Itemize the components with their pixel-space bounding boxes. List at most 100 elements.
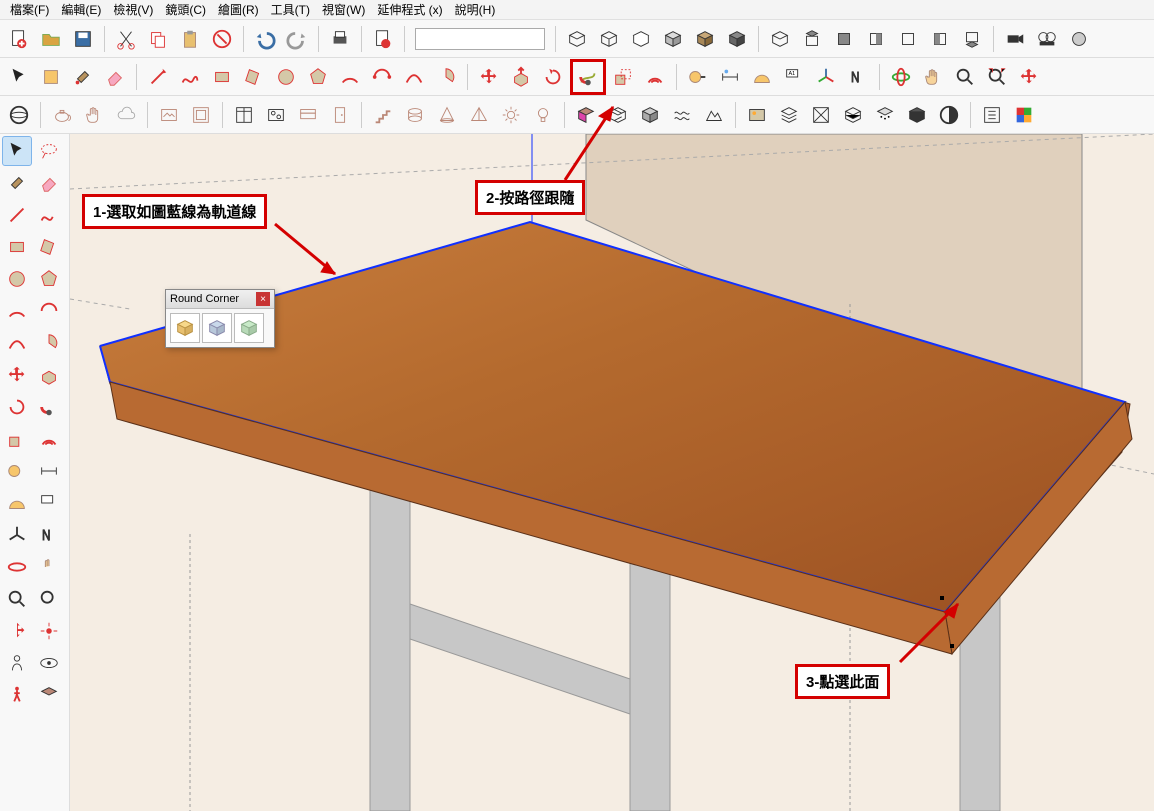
record-icon[interactable] bbox=[1064, 24, 1094, 54]
waves-icon[interactable] bbox=[667, 100, 697, 130]
protractor-icon[interactable] bbox=[747, 62, 777, 92]
save-icon[interactable] bbox=[68, 24, 98, 54]
circle-icon[interactable] bbox=[271, 62, 301, 92]
menu-tools[interactable]: 工具(T) bbox=[267, 1, 314, 18]
arc2-tool-icon[interactable] bbox=[34, 296, 64, 326]
person-icon[interactable] bbox=[2, 648, 32, 678]
cube-two-icon[interactable] bbox=[934, 100, 964, 130]
layers-icon[interactable] bbox=[774, 100, 804, 130]
copy-icon[interactable] bbox=[143, 24, 173, 54]
eraser-tool-icon[interactable] bbox=[34, 168, 64, 198]
top-view-icon[interactable] bbox=[797, 24, 827, 54]
select-icon[interactable] bbox=[4, 62, 34, 92]
bottom-view-icon[interactable] bbox=[957, 24, 987, 54]
sphere-icon[interactable] bbox=[4, 100, 34, 130]
freehand-icon[interactable] bbox=[175, 62, 205, 92]
position-icon[interactable] bbox=[34, 616, 64, 646]
arc2-icon[interactable] bbox=[367, 62, 397, 92]
cone-icon[interactable] bbox=[432, 100, 462, 130]
redo-icon[interactable] bbox=[282, 24, 312, 54]
outliner-icon[interactable] bbox=[977, 100, 1007, 130]
frame-icon[interactable] bbox=[186, 100, 216, 130]
rectangle-icon[interactable] bbox=[207, 62, 237, 92]
shaded-icon[interactable] bbox=[658, 24, 688, 54]
right-view-icon[interactable] bbox=[861, 24, 891, 54]
freehand-tool-icon[interactable] bbox=[34, 200, 64, 230]
pushpull-icon[interactable] bbox=[506, 62, 536, 92]
menu-extensions[interactable]: 延伸程式 (x) bbox=[373, 1, 446, 18]
component-icon[interactable] bbox=[36, 62, 66, 92]
pencil-icon[interactable] bbox=[2, 200, 32, 230]
delete-icon[interactable] bbox=[207, 24, 237, 54]
pie-tool-icon[interactable] bbox=[34, 328, 64, 358]
zoomfit-tool-icon[interactable] bbox=[2, 616, 32, 646]
walk-icon[interactable] bbox=[2, 680, 32, 710]
zoom-extents-icon[interactable] bbox=[982, 62, 1012, 92]
move-tool-icon[interactable] bbox=[2, 360, 32, 390]
film-icon[interactable] bbox=[1032, 24, 1062, 54]
open-file-icon[interactable] bbox=[36, 24, 66, 54]
camera-icon[interactable] bbox=[1000, 24, 1030, 54]
iso-icon[interactable] bbox=[765, 24, 795, 54]
viewport[interactable]: Round Corner × 1-選取如圖藍線為軌道線 3-點選此面 bbox=[70, 134, 1154, 811]
rotate-icon[interactable] bbox=[538, 62, 568, 92]
layer-combo[interactable] bbox=[415, 28, 545, 50]
new-file-icon[interactable] bbox=[4, 24, 34, 54]
cloud-icon[interactable] bbox=[111, 100, 141, 130]
3d-text-icon[interactable] bbox=[843, 62, 873, 92]
tape-tool-icon[interactable] bbox=[2, 456, 32, 486]
eraser-icon[interactable] bbox=[100, 62, 130, 92]
polygon-tool-icon[interactable] bbox=[34, 264, 64, 294]
lasso-icon[interactable] bbox=[34, 136, 64, 166]
rotate-tool-icon[interactable] bbox=[2, 392, 32, 422]
axes-tool-icon[interactable] bbox=[2, 520, 32, 550]
rotrect-tool-icon[interactable] bbox=[34, 232, 64, 262]
front-view-icon[interactable] bbox=[829, 24, 859, 54]
panel-header[interactable]: Round Corner × bbox=[166, 290, 274, 309]
teapot-icon[interactable] bbox=[47, 100, 77, 130]
select-tool-icon[interactable] bbox=[2, 136, 32, 166]
xray-icon[interactable] bbox=[562, 24, 592, 54]
hidden-line-icon[interactable] bbox=[626, 24, 656, 54]
orbit-icon[interactable] bbox=[886, 62, 916, 92]
move-icon[interactable] bbox=[474, 62, 504, 92]
pan-tool-icon[interactable] bbox=[34, 552, 64, 582]
menu-window[interactable]: 視窗(W) bbox=[318, 1, 369, 18]
door-icon[interactable] bbox=[325, 100, 355, 130]
cube-dark-icon[interactable] bbox=[902, 100, 932, 130]
render-icon[interactable] bbox=[154, 100, 184, 130]
model-info-icon[interactable] bbox=[368, 24, 398, 54]
zoom-tool-icon[interactable] bbox=[2, 584, 32, 614]
spiral-icon[interactable] bbox=[400, 100, 430, 130]
terrain-icon[interactable] bbox=[699, 100, 729, 130]
cooktop-icon[interactable] bbox=[261, 100, 291, 130]
polygon-icon[interactable] bbox=[303, 62, 333, 92]
pan-icon[interactable] bbox=[918, 62, 948, 92]
shaded-texture-icon[interactable] bbox=[690, 24, 720, 54]
axes-icon[interactable] bbox=[811, 62, 841, 92]
dimension-icon[interactable] bbox=[715, 62, 745, 92]
round-corner-panel[interactable]: Round Corner × bbox=[165, 289, 275, 348]
rotated-rect-icon[interactable] bbox=[239, 62, 269, 92]
scale-icon[interactable] bbox=[608, 62, 638, 92]
tape-icon[interactable] bbox=[683, 62, 713, 92]
menu-help[interactable]: 說明(H) bbox=[451, 1, 500, 18]
cube-pattern-icon[interactable] bbox=[870, 100, 900, 130]
3dtext-tool-icon[interactable] bbox=[34, 520, 64, 550]
menu-view[interactable]: 檢視(V) bbox=[109, 1, 157, 18]
menu-camera[interactable]: 鏡頭(C) bbox=[161, 1, 210, 18]
offset-icon[interactable] bbox=[640, 62, 670, 92]
eye-icon[interactable] bbox=[34, 648, 64, 678]
window-icon[interactable] bbox=[229, 100, 259, 130]
light-icon[interactable] bbox=[528, 100, 558, 130]
dimension-tool-icon[interactable] bbox=[34, 456, 64, 486]
follow-me-icon[interactable] bbox=[573, 62, 603, 92]
undo-icon[interactable] bbox=[250, 24, 280, 54]
paste-icon[interactable] bbox=[175, 24, 205, 54]
zoomext-tool-icon[interactable] bbox=[34, 584, 64, 614]
line-icon[interactable] bbox=[143, 62, 173, 92]
menu-edit[interactable]: 編輯(E) bbox=[57, 1, 105, 18]
protractor-tool-icon[interactable] bbox=[2, 488, 32, 518]
back-view-icon[interactable] bbox=[893, 24, 923, 54]
match-icon[interactable] bbox=[806, 100, 836, 130]
